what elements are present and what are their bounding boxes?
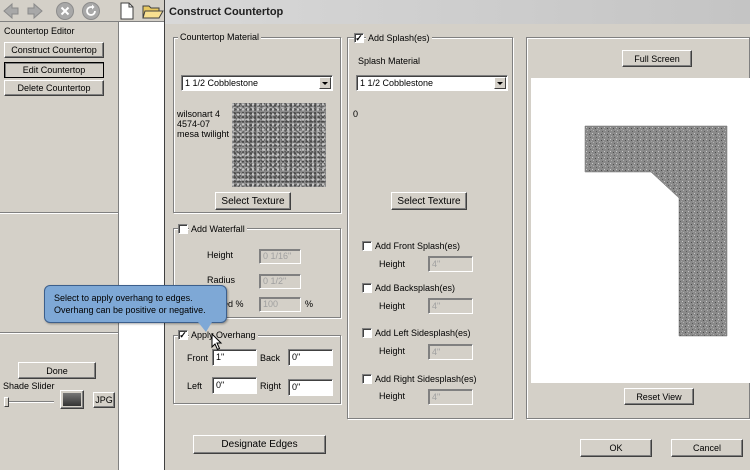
designate-edges-button[interactable]: Designate Edges xyxy=(193,435,326,454)
overhang-left-label: Left xyxy=(187,381,203,391)
right-sidesplash-height-field[interactable]: 4" xyxy=(428,389,473,405)
overhang-right-label: Right xyxy=(260,381,282,391)
countertop-material-value: 1 1/2 Cobblestone xyxy=(185,78,259,88)
back-arrow-icon[interactable] xyxy=(2,2,20,20)
shade-slider[interactable] xyxy=(4,397,54,407)
delete-countertop-button[interactable]: Delete Countertop xyxy=(4,80,104,96)
splash-select-texture-button[interactable]: Select Texture xyxy=(391,192,467,210)
overhang-back-field[interactable]: 0" xyxy=(288,349,333,366)
construct-countertop-button[interactable]: Construct Countertop xyxy=(4,42,104,58)
divider xyxy=(0,212,118,214)
add-left-sidesplash-checkbox[interactable] xyxy=(362,328,372,338)
add-splash-label: Add Splash(es) xyxy=(366,33,432,43)
right-sidesplash-height-label: Height xyxy=(379,391,406,401)
material-info-line2: 4574-07 xyxy=(177,119,211,129)
backsplash-height-field[interactable]: 4" xyxy=(428,298,473,314)
construct-countertop-dialog: Construct Countertop Countertop Material… xyxy=(164,0,750,470)
jpg-button[interactable]: JPG xyxy=(93,392,115,408)
mouse-cursor-icon xyxy=(211,332,223,351)
add-right-sidesplash-checkbox[interactable] xyxy=(362,374,372,384)
countertop-preview[interactable] xyxy=(531,78,750,383)
splash-material-select[interactable]: 1 1/2 Cobblestone xyxy=(356,75,508,91)
shade-preview-button[interactable] xyxy=(60,390,84,409)
overhang-front-field[interactable]: 1" xyxy=(212,349,257,366)
dialog-title-bar: Construct Countertop xyxy=(165,0,750,24)
waterfall-height-field[interactable]: 0 1/16" xyxy=(259,249,301,264)
add-left-sidesplash-label: Add Left Sidesplash(es) xyxy=(375,328,471,338)
add-backsplash-checkbox[interactable] xyxy=(362,283,372,293)
divider xyxy=(0,332,118,334)
apply-overhang-checkbox[interactable]: ✓ xyxy=(178,330,188,340)
full-screen-button[interactable]: Full Screen xyxy=(622,50,692,67)
backsplash-height-label: Height xyxy=(379,301,406,311)
countertop-select-texture-button[interactable]: Select Texture xyxy=(215,192,291,210)
add-splash-checkbox[interactable]: ✓ xyxy=(354,33,364,43)
overhang-right-field[interactable]: 0" xyxy=(288,379,333,396)
front-splash-height-field[interactable]: 4" xyxy=(428,256,473,272)
splash-material-info: 0 xyxy=(353,109,359,119)
overhang-left-field[interactable]: 0" xyxy=(212,377,257,394)
countertop-material-select[interactable]: 1 1/2 Cobblestone xyxy=(181,75,333,91)
countertop-editor-panel: Countertop Editor Construct Countertop E… xyxy=(0,22,118,470)
add-waterfall-label: Add Waterfall xyxy=(189,224,247,234)
ok-button[interactable]: OK xyxy=(580,439,652,457)
cancel-button[interactable]: Cancel xyxy=(671,439,743,457)
tooltip-line2: Overhang can be positive or negative. xyxy=(54,305,206,315)
new-document-icon[interactable] xyxy=(119,2,135,20)
dialog-title: Construct Countertop xyxy=(169,6,284,18)
left-sidesplash-height-label: Height xyxy=(379,346,406,356)
reset-view-button[interactable]: Reset View xyxy=(624,388,694,405)
shade-swatch xyxy=(63,393,81,406)
waterfall-percent-label: % xyxy=(305,299,314,309)
refresh-icon[interactable] xyxy=(81,1,101,21)
splash-material-value: 1 1/2 Cobblestone xyxy=(360,78,434,88)
add-right-sidesplash-label: Add Right Sidesplash(es) xyxy=(375,374,477,384)
tooltip-pointer xyxy=(198,322,212,332)
app-toolbar xyxy=(0,0,166,22)
splash-group xyxy=(347,37,513,419)
chevron-down-icon[interactable] xyxy=(494,77,506,89)
overhang-back-label: Back xyxy=(260,353,281,363)
add-waterfall-checkbox[interactable] xyxy=(178,224,188,234)
countertop-texture-swatch xyxy=(232,103,326,187)
stop-icon[interactable] xyxy=(55,1,75,21)
waterfall-radius-label: Radius xyxy=(207,275,236,285)
countertop-material-title: Countertop Material xyxy=(178,32,262,42)
chevron-down-icon[interactable] xyxy=(319,77,331,89)
shade-slider-label: Shade Slider xyxy=(3,381,55,391)
waterfall-speed-field[interactable]: 100 xyxy=(259,297,301,312)
waterfall-height-label: Height xyxy=(207,250,234,260)
overhang-front-label: Front xyxy=(187,353,209,363)
material-info-line3: mesa twilight xyxy=(177,129,230,139)
left-sidesplash-height-field[interactable]: 4" xyxy=(428,344,473,360)
countertop-shape xyxy=(584,125,728,337)
waterfall-radius-field[interactable]: 0 1/2" xyxy=(259,274,301,289)
tooltip-line1: Select to apply overhang to edges. xyxy=(54,293,193,303)
material-info-line1: wilsonart 4 xyxy=(177,109,221,119)
splash-material-label: Splash Material xyxy=(358,56,421,66)
edit-countertop-button[interactable]: Edit Countertop xyxy=(4,62,104,78)
done-button[interactable]: Done xyxy=(18,362,96,379)
open-folder-icon[interactable] xyxy=(142,3,164,20)
add-backsplash-label: Add Backsplash(es) xyxy=(375,283,456,293)
forward-arrow-icon[interactable] xyxy=(26,2,44,20)
add-front-splash-label: Add Front Splash(es) xyxy=(375,241,461,251)
canvas-strip xyxy=(118,22,164,470)
overhang-tooltip: Select to apply overhang to edges. Overh… xyxy=(44,285,227,323)
front-splash-height-label: Height xyxy=(379,259,406,269)
add-front-splash-checkbox[interactable] xyxy=(362,241,372,251)
editor-title: Countertop Editor xyxy=(4,26,75,36)
